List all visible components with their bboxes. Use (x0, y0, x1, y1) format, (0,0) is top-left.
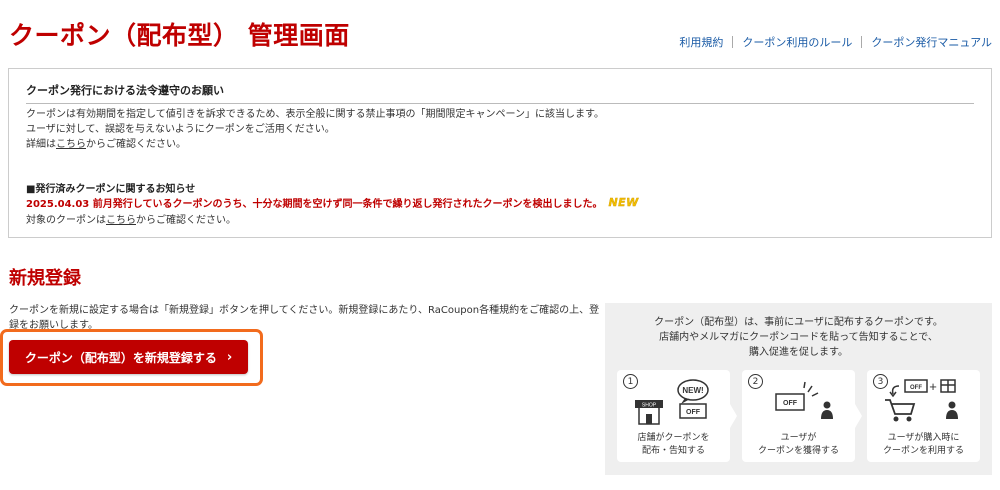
page-title: クーポン（配布型） 管理画面 (9, 21, 350, 50)
flow-line: クーポン（配布型）は、事前にユーザに配布するクーポンです。 (654, 317, 943, 328)
coupon-flow-panel: クーポン（配布型）は、事前にユーザに配布するクーポンです。 店舗内やメルマガにク… (605, 303, 992, 475)
notice-line: ユーザに対して、誤認を与えないようにクーポンをご活用ください。 (26, 124, 335, 135)
shop-label: SHOP (642, 403, 657, 409)
caption-line: クーポンを利用する (882, 446, 964, 456)
caption-line: 配布・告知する (641, 446, 705, 456)
new-registration-button[interactable]: クーポン（配布型）を新規登録する › (9, 340, 248, 374)
step-caption: 店舗がクーポンを 配布・告知する (617, 432, 730, 458)
flow-line: 店舗内やメルマガにクーポンコードを貼って告知することで、 (659, 332, 938, 343)
coupon-manual-link[interactable]: クーポン発行マニュアル (871, 34, 992, 50)
target-coupons-link[interactable]: こちら (106, 215, 136, 226)
off-label: OFF (783, 400, 798, 407)
terms-link[interactable]: 利用規約 (679, 34, 723, 50)
details-link[interactable]: こちら (56, 139, 86, 150)
compliance-notice-box: クーポン発行における法令遵守のお願い クーポンは有効期間を指定して値引きを訴求で… (8, 68, 992, 238)
flow-line: 購入促進を促します。 (749, 347, 848, 358)
notice-body: クーポンは有効期間を指定して値引きを訴求できるため、表示全般に関する禁止事項の「… (26, 107, 604, 152)
issued-coupon-notice-title: ■発行済みクーポンに関するお知らせ (26, 184, 196, 195)
flow-description: クーポン（配布型）は、事前にユーザに配布するクーポンです。 店舗内やメルマガにク… (605, 315, 992, 360)
step-caption: ユーザが クーポンを獲得する (742, 432, 855, 458)
step-arrow-icon (730, 404, 737, 428)
new-badge: NEW (608, 196, 639, 209)
top-links: 利用規約 クーポン利用のルール クーポン発行マニュアル (679, 34, 992, 50)
notice-line: クーポンは有効期間を指定して値引きを訴求できるため、表示全般に関する禁止事項の「… (26, 109, 604, 120)
step-caption: ユーザが購入時に クーポンを利用する (867, 432, 980, 458)
notice-heading: クーポン発行における法令遵守のお願い (26, 82, 974, 104)
off-label: OFF (686, 409, 701, 416)
alert-text: 2025.04.03 前月発行しているクーポンのうち、十分な期間を空けず同一条件… (26, 199, 603, 210)
button-label: クーポン（配布型）を新規登録する (24, 350, 217, 365)
caption-line: 店舗がクーポンを (637, 433, 710, 443)
step-number: 3 (873, 374, 888, 389)
new-label: NEW! (682, 386, 703, 395)
flow-step-distribute: SHOP NEW! OFF 1 店舗がクーポンを 配布・告知する (617, 370, 730, 462)
caption-line: ユーザが購入時に (887, 433, 960, 443)
notice-text: 詳細は (26, 139, 56, 150)
caption-line: ユーザが (780, 433, 817, 443)
flow-step-use: OFF + 3 ユーザが購入時に クーポンを利用する (867, 370, 980, 462)
step-number: 2 (748, 374, 763, 389)
notice-text: からご確認ください。 (136, 215, 236, 226)
caption-line: クーポンを獲得する (757, 446, 839, 456)
coupon-rules-link[interactable]: クーポン利用のルール (742, 34, 852, 50)
target-coupon-ref: 対象のクーポンはこちらからご確認ください。 (26, 211, 236, 226)
notice-text: からご確認ください。 (86, 139, 186, 150)
link-divider (732, 36, 734, 48)
notice-line: 詳細はこちらからご確認ください。 (26, 137, 604, 152)
issued-coupon-alert: 2025.04.03 前月発行しているクーポンのうち、十分な期間を空けず同一条件… (26, 195, 639, 210)
notice-text: 対象のクーポンは (26, 215, 106, 226)
link-divider (861, 36, 863, 48)
step-arrow-icon (855, 404, 862, 428)
registration-title: 新規登録 (9, 268, 81, 289)
flow-step-acquire: OFF 2 ユーザが クーポンを獲得する (742, 370, 855, 462)
plus-label: + (929, 379, 937, 394)
off-label: OFF (910, 385, 922, 391)
chevron-right-icon: › (226, 349, 233, 365)
step-number: 1 (623, 374, 638, 389)
